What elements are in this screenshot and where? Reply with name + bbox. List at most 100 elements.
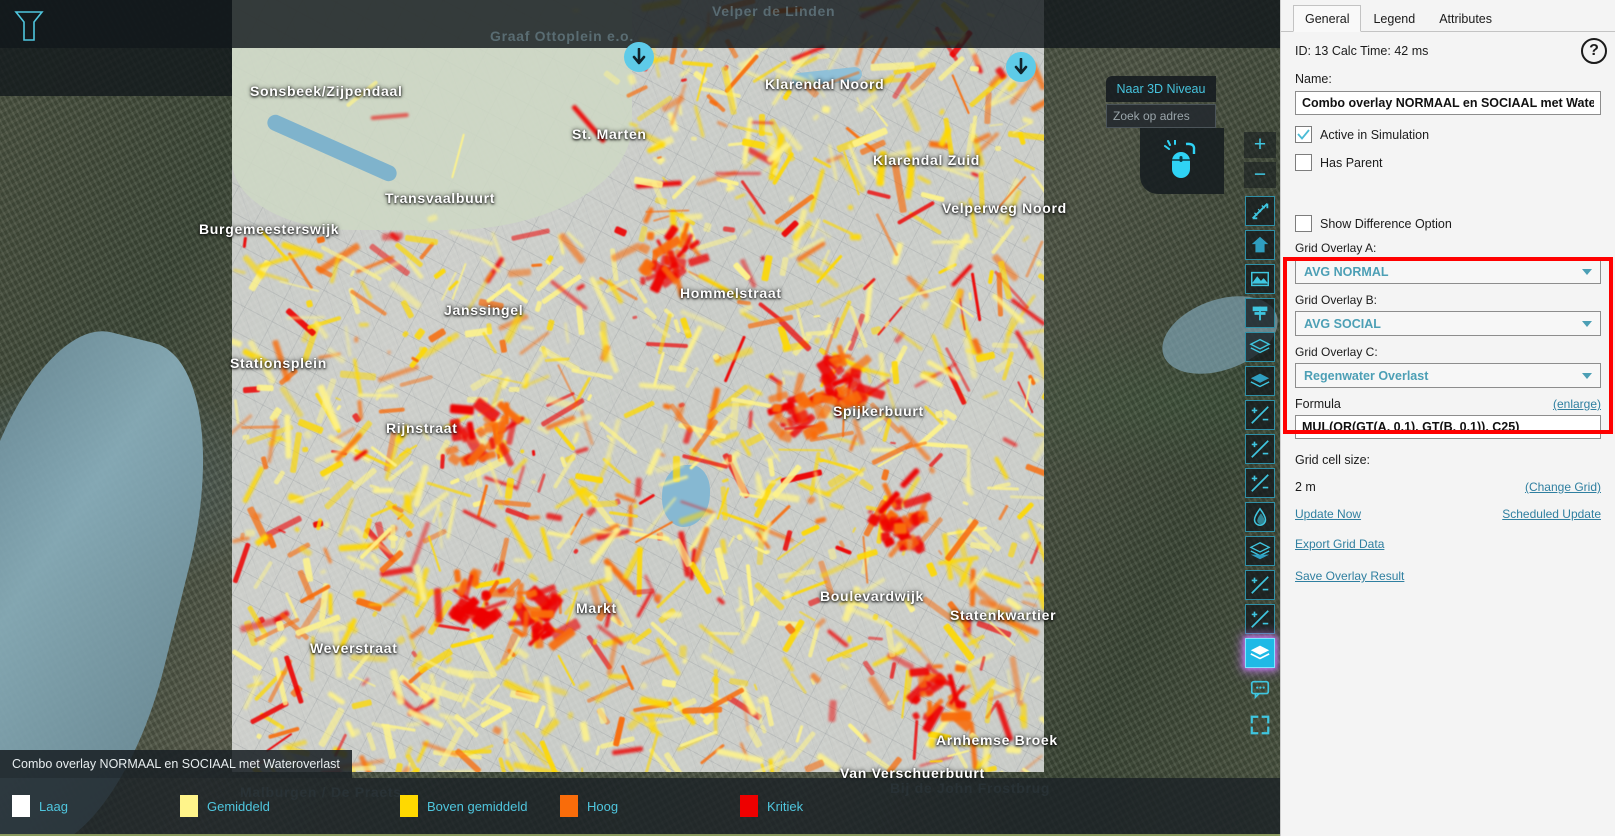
image-overlay-icon (1249, 268, 1271, 290)
show-difference-option-checkbox[interactable] (1295, 215, 1312, 232)
plus-minus-icon (1249, 404, 1271, 426)
water-drop-icon (1249, 506, 1271, 528)
chat-tool[interactable] (1245, 674, 1275, 704)
legend-item: Hoog (560, 795, 618, 817)
plus-minus-icon (1249, 574, 1271, 596)
grid-overlay-b-label: Grid Overlay B: (1295, 293, 1378, 307)
water-drop-tool[interactable] (1245, 502, 1275, 532)
legend-bar: Laag Gemiddeld Boven gemiddeld Hoog Kritiek (0, 778, 1280, 836)
sign-tool[interactable] (1245, 298, 1275, 328)
formula-input[interactable] (1295, 415, 1601, 439)
legend-swatch (560, 795, 578, 817)
show-difference-option-label: Show Difference Option (1320, 216, 1452, 231)
legend-label: Gemiddeld (207, 798, 270, 814)
panel-tabs[interactable]: General Legend Attributes (1281, 0, 1615, 32)
layers-stack-icon (1249, 540, 1271, 562)
legend-swatch (12, 795, 30, 817)
update-links-row: Update Now Scheduled Update (1295, 507, 1601, 521)
export-grid-row: Export Grid Data (1295, 535, 1601, 553)
grid-overlay-c-value: Regenwater Overlast (1304, 368, 1429, 383)
layers-stack-tool[interactable] (1245, 536, 1275, 566)
grid-overlay-tool-1[interactable] (1245, 400, 1275, 430)
fullscreen-icon (1249, 714, 1271, 736)
overlay-id-calc-time: ID: 13 Calc Time: 42 ms (1295, 44, 1429, 58)
combo-overlay-tool[interactable] (1245, 638, 1275, 668)
tab-legend[interactable]: Legend (1361, 5, 1427, 32)
legend-item: Gemiddeld (180, 795, 270, 817)
naar-3d-niveau-button[interactable]: Naar 3D Niveau (1106, 76, 1216, 102)
layers-icon (1249, 336, 1271, 358)
combo-overlay-icon (1249, 642, 1271, 664)
layers-tool[interactable] (1245, 332, 1275, 362)
scheduled-update-link[interactable]: Scheduled Update (1502, 507, 1601, 521)
toolbar-icon-list (1245, 192, 1275, 740)
has-parent-row[interactable]: Has Parent (1295, 154, 1601, 171)
building-tool[interactable] (1245, 230, 1275, 260)
tab-attributes[interactable]: Attributes (1427, 5, 1504, 32)
enlarge-link[interactable]: (enlarge) (1553, 397, 1601, 411)
image-overlay-tool[interactable] (1245, 264, 1275, 294)
grid-overlay-study-area (232, 0, 1044, 772)
grid-overlay-a-value: AVG NORMAL (1304, 264, 1389, 279)
grid-overlay-c-label: Grid Overlay C: (1295, 345, 1378, 359)
fullscreen-tool[interactable] (1245, 710, 1275, 740)
map-pin-down-arrow-icon[interactable] (624, 42, 654, 72)
grid-overlay-tool-5[interactable] (1245, 604, 1275, 634)
legend-swatch (400, 795, 418, 817)
question-mark-icon[interactable]: ? (1581, 38, 1607, 64)
zoom-out-button[interactable]: − (1244, 162, 1276, 188)
name-label: Name: (1295, 72, 1332, 86)
map-pin-down-arrow-icon[interactable] (1006, 52, 1036, 82)
measure-tool[interactable] (1245, 196, 1275, 226)
grid-overlay-tool-3[interactable] (1245, 468, 1275, 498)
grid-cell-size-row: 2 m (Change Grid) (1295, 480, 1601, 494)
formula-label: Formula (1295, 397, 1341, 411)
chevron-down-icon (1582, 320, 1592, 327)
plus-minus-icon (1249, 608, 1271, 630)
save-overlay-result-link[interactable]: Save Overlay Result (1295, 569, 1404, 583)
zoom-in-button[interactable]: + (1244, 132, 1276, 158)
export-grid-data-link[interactable]: Export Grid Data (1295, 537, 1384, 551)
formula-header-row: Formula (enlarge) (1295, 397, 1601, 411)
sign-post-icon (1249, 302, 1271, 324)
water-layers-tool[interactable] (1245, 366, 1275, 396)
save-overlay-row: Save Overlay Result (1295, 567, 1601, 585)
grid-overlay-b-value: AVG SOCIAL (1304, 316, 1381, 331)
search-input[interactable] (1107, 105, 1215, 127)
grid-overlay-a-label: Grid Overlay A: (1295, 241, 1377, 255)
grid-overlay-tool-2[interactable] (1245, 434, 1275, 464)
map-canvas[interactable]: Sonsbeek/Zijpendaal St. Marten Klarendal N… (0, 0, 1280, 836)
grid-cell-size-value: 2 m (1295, 480, 1316, 494)
map-toolbar[interactable]: + − (1240, 132, 1280, 740)
legend-item: Kritiek (740, 795, 803, 817)
grid-overlay-a-select[interactable]: AVG NORMAL (1295, 259, 1601, 284)
grid-overlay-c-select[interactable]: Regenwater Overlast (1295, 363, 1601, 388)
legend-item: Laag (12, 795, 68, 817)
mouse-icon (1164, 140, 1196, 178)
has-parent-checkbox[interactable] (1295, 154, 1312, 171)
t-logo-icon (14, 10, 44, 42)
legend-label: Kritiek (767, 798, 804, 814)
chevron-down-icon (1582, 372, 1592, 379)
layers-water-icon (1249, 370, 1271, 392)
change-grid-link[interactable]: (Change Grid) (1525, 480, 1601, 494)
mouse-hint-bubble (1140, 128, 1224, 194)
tab-general[interactable]: General (1293, 5, 1362, 32)
grid-cell-size-label: Grid cell size: (1295, 453, 1371, 467)
show-difference-option-row[interactable]: Show Difference Option (1295, 215, 1601, 232)
active-in-simulation-row[interactable]: Active in Simulation (1295, 126, 1601, 143)
legend-swatch (180, 795, 198, 817)
plus-minus-icon (1249, 438, 1271, 460)
address-search-field[interactable] (1106, 104, 1216, 128)
legend-label: Hoog (587, 798, 619, 814)
active-in-simulation-checkbox[interactable] (1295, 126, 1312, 143)
overlay-name-input[interactable] (1295, 91, 1601, 115)
legend-label: Laag (39, 798, 68, 814)
home-building-icon (1249, 234, 1271, 256)
update-now-link[interactable]: Update Now (1295, 507, 1361, 521)
grid-overlay-b-select[interactable]: AVG SOCIAL (1295, 311, 1601, 336)
legend-label: Boven gemiddeld (427, 798, 528, 814)
grid-overlay-tool-4[interactable] (1245, 570, 1275, 600)
active-in-simulation-label: Active in Simulation (1320, 127, 1430, 142)
grid-overlay-section: Grid Overlay A: AVG NORMAL Grid Overlay … (1295, 241, 1601, 388)
